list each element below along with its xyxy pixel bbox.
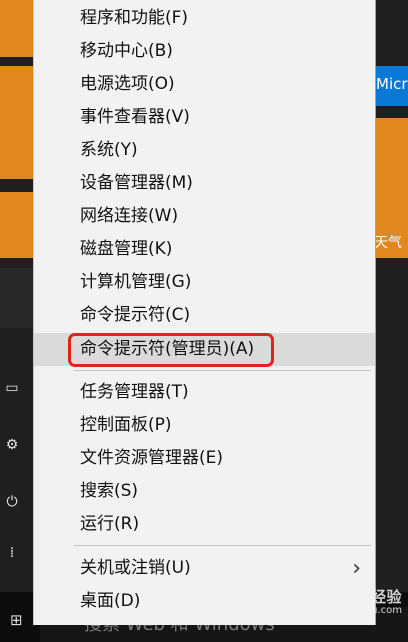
all-apps-icon[interactable]: ⁞ — [4, 545, 20, 561]
tile-label: 天气 — [374, 235, 402, 251]
menu-item-file-explorer[interactable]: 文件资源管理器(E) — [34, 442, 375, 475]
menu-item-label: 关机或注销(U) — [80, 558, 191, 578]
menu-separator — [74, 370, 371, 371]
power-icon[interactable]: ⏻ — [4, 494, 20, 510]
watermark-brand: Baidu 经验 — [314, 588, 402, 606]
tile-label: Micr — [376, 75, 408, 93]
windows-logo-icon[interactable]: ⊞ — [10, 612, 26, 628]
winx-context-menu: 程序和功能(F) 移动中心(B) 电源选项(O) 事件查看器(V) 系统(Y) … — [33, 0, 376, 625]
menu-item-event-viewer[interactable]: 事件查看器(V) — [34, 101, 375, 134]
menu-item-network-connections[interactable]: 网络连接(W) — [34, 200, 375, 233]
menu-item-command-prompt[interactable]: 命令提示符(C) — [34, 299, 375, 332]
menu-item-mobility-center[interactable]: 移动中心(B) — [34, 35, 375, 68]
document-icon[interactable]: ▭ — [4, 380, 20, 396]
start-tile[interactable] — [0, 192, 33, 258]
menu-item-system[interactable]: 系统(Y) — [34, 134, 375, 167]
start-tile[interactable] — [0, 0, 33, 57]
menu-item-programs-features[interactable]: 程序和功能(F) — [34, 2, 375, 35]
start-tile[interactable] — [0, 268, 33, 328]
highlight-annotation-box — [68, 333, 274, 367]
menu-item-power-options[interactable]: 电源选项(O) — [34, 68, 375, 101]
settings-icon[interactable]: ⚙ — [4, 437, 20, 453]
menu-item-disk-management[interactable]: 磁盘管理(K) — [34, 233, 375, 266]
watermark-url: jingyan.baidu.com — [309, 605, 402, 616]
menu-item-search[interactable]: 搜索(S) — [34, 475, 375, 508]
menu-item-task-manager[interactable]: 任务管理器(T) — [34, 376, 375, 409]
start-tile[interactable] — [0, 66, 33, 179]
menu-separator — [74, 545, 371, 546]
menu-item-control-panel[interactable]: 控制面板(P) — [34, 409, 375, 442]
chevron-right-icon: › — [352, 556, 361, 581]
menu-item-device-manager[interactable]: 设备管理器(M) — [34, 167, 375, 200]
menu-item-computer-management[interactable]: 计算机管理(G) — [34, 266, 375, 299]
baidu-watermark: Baidu 经验 jingyan.baidu.com — [310, 590, 402, 618]
menu-item-shutdown-signout[interactable]: 关机或注销(U) › — [34, 552, 375, 585]
menu-item-run[interactable]: 运行(R) — [34, 508, 375, 541]
